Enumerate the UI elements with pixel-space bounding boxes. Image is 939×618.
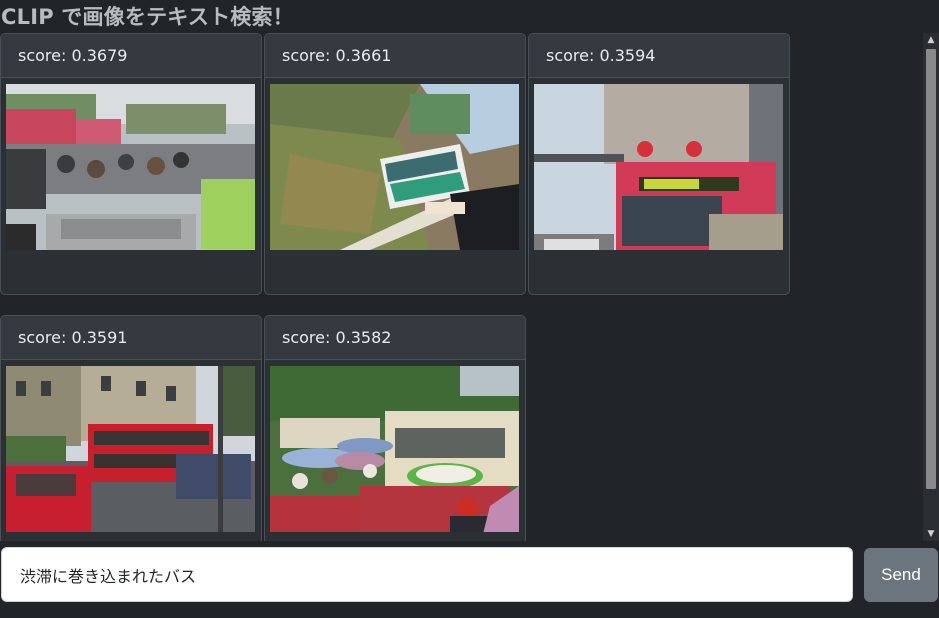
score-label: score: 0.3591	[1, 316, 261, 360]
result-image[interactable]	[6, 84, 255, 250]
vertical-scrollbar[interactable]: ▲ ▼	[923, 33, 939, 541]
page-title: CLIP で画像をテキスト検索！	[1, 5, 294, 29]
result-image[interactable]	[534, 84, 783, 250]
query-input[interactable]	[1, 547, 853, 602]
scroll-down-arrow-icon[interactable]: ▼	[923, 527, 939, 541]
result-card: score: 0.3594	[528, 33, 790, 295]
send-button[interactable]: Send	[864, 548, 938, 602]
score-label: score: 0.3661	[265, 34, 525, 78]
scroll-up-arrow-icon[interactable]: ▲	[923, 33, 939, 47]
results-grid: score: 0.3679 score: 0.3661 score: 0.359…	[0, 33, 923, 541]
scrollbar-thumb[interactable]	[926, 49, 936, 489]
score-label: score: 0.3582	[265, 316, 525, 360]
result-card: score: 0.3679	[0, 33, 262, 295]
result-card: score: 0.3582	[264, 315, 526, 541]
result-card: score: 0.3591	[0, 315, 262, 541]
result-image[interactable]	[270, 366, 519, 532]
score-label: score: 0.3594	[529, 34, 789, 78]
result-image[interactable]	[270, 84, 519, 250]
result-card: score: 0.3661	[264, 33, 526, 295]
result-image[interactable]	[6, 366, 255, 532]
score-label: score: 0.3679	[1, 34, 261, 78]
